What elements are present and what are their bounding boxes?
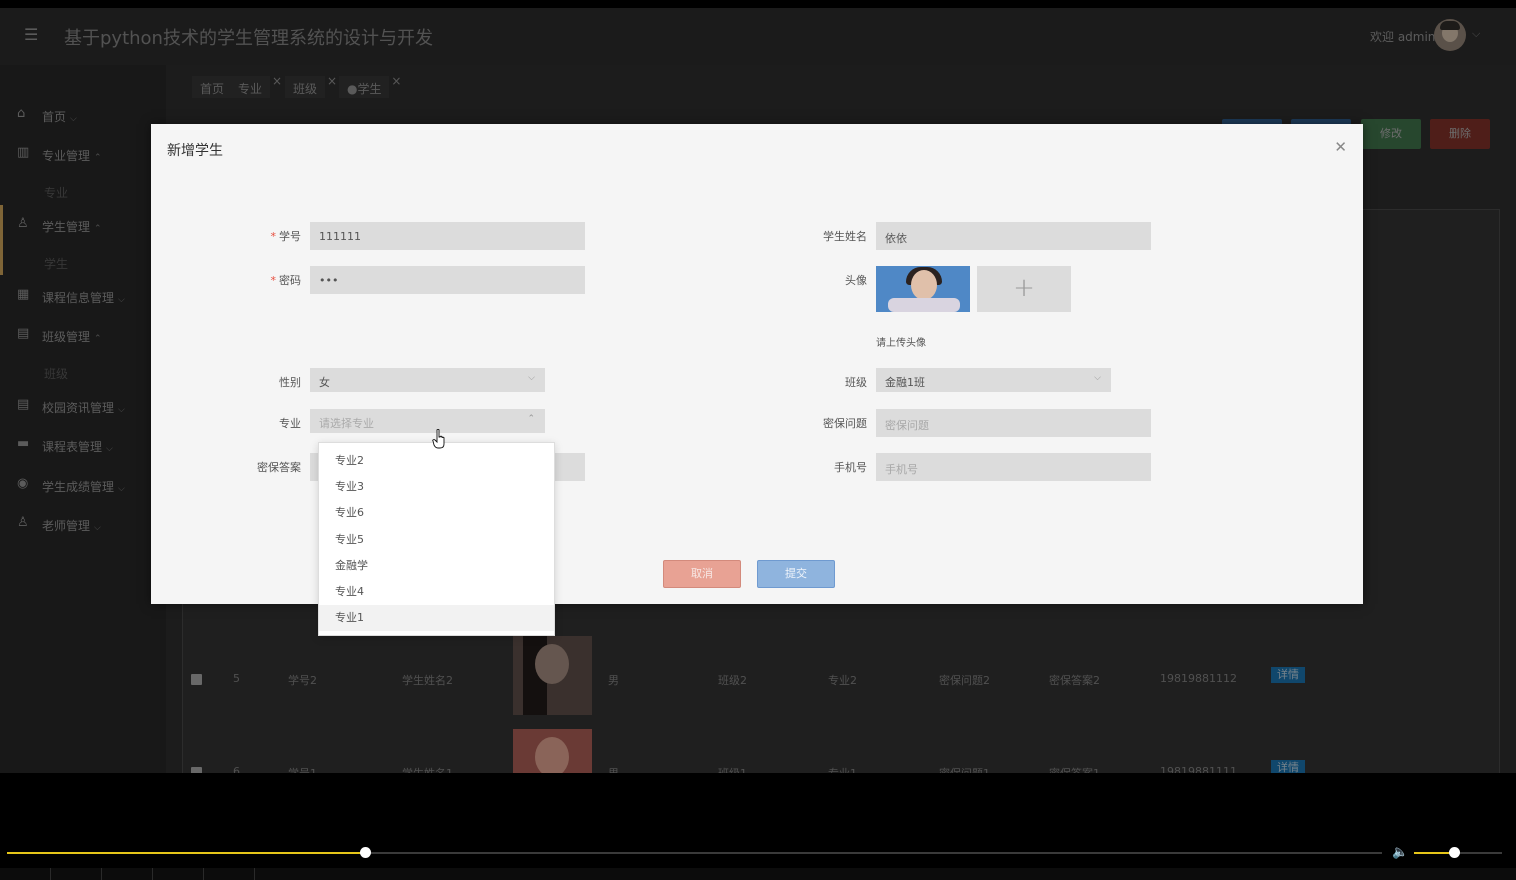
cancel-button[interactable]: 取消 [663,560,741,588]
security-question-input[interactable]: 密保问题 [876,409,1151,437]
security-answer-label: 密保答案 [257,461,301,474]
class-select[interactable]: 金融1班 ⌵ [876,368,1111,392]
password-label: * 密码 [270,274,302,287]
volume-handle[interactable] [1448,847,1460,858]
submit-button[interactable]: 提交 [757,560,835,588]
avatar-label: 头像 [845,274,867,287]
phone-input[interactable]: 手机号 [876,453,1151,481]
app-window: ☰ 基于python技术的学生管理系统的设计与开发 欢迎 admin ⌵ ⌂ 首… [0,8,1516,773]
major-option[interactable]: 专业1 [319,605,554,632]
security-question-label: 密保问题 [823,417,867,430]
class-value: 金融1班 [885,376,925,389]
password-input[interactable]: ••• [310,266,585,294]
seek-handle[interactable] [359,847,371,858]
major-option[interactable]: 专业4 [319,579,554,605]
chevron-up-icon: ⌃ [527,414,535,424]
chevron-down-icon: ⌵ [528,373,535,383]
major-option[interactable]: 专业2 [319,448,554,474]
gender-value: 女 [319,376,330,389]
class-label: 班级 [845,376,867,389]
seek-progress [7,852,365,854]
avatar-tip: 请上传头像 [876,338,926,349]
major-option[interactable]: 专业3 [319,474,554,500]
major-label: 专业 [279,417,301,430]
plus-icon[interactable]: + [977,266,1071,312]
volume-level [1414,852,1454,854]
major-option[interactable]: 专业5 [319,527,554,553]
chevron-down-icon: ⌵ [1094,373,1101,383]
major-dropdown: 专业2 专业3 专业6 专业5 金融学 专业4 专业1 [318,442,555,636]
major-option[interactable]: 金融学 [319,553,554,579]
student-no-input[interactable]: 111111 [310,222,585,250]
student-name-label: 学生姓名 [823,230,867,243]
student-no-label: * 学号 [270,230,302,243]
hand-cursor-icon [432,429,445,449]
close-icon[interactable]: ✕ [1334,140,1347,155]
major-select[interactable]: 请选择专业 ⌃ [310,409,545,433]
phone-label: 手机号 [834,461,867,474]
major-option[interactable]: 专业6 [319,500,554,526]
volume-icon[interactable]: 🔈 [1392,845,1408,860]
student-name-input[interactable]: 依依 [876,222,1151,250]
video-player-controls: 🔈 [0,838,1516,880]
dialog-title: 新增学生 [167,143,223,159]
control-strip [0,868,1516,880]
avatar-preview[interactable] [876,266,970,312]
gender-select[interactable]: 女 ⌵ [310,368,545,392]
gender-label: 性别 [279,376,301,389]
major-placeholder: 请选择专业 [319,417,374,430]
